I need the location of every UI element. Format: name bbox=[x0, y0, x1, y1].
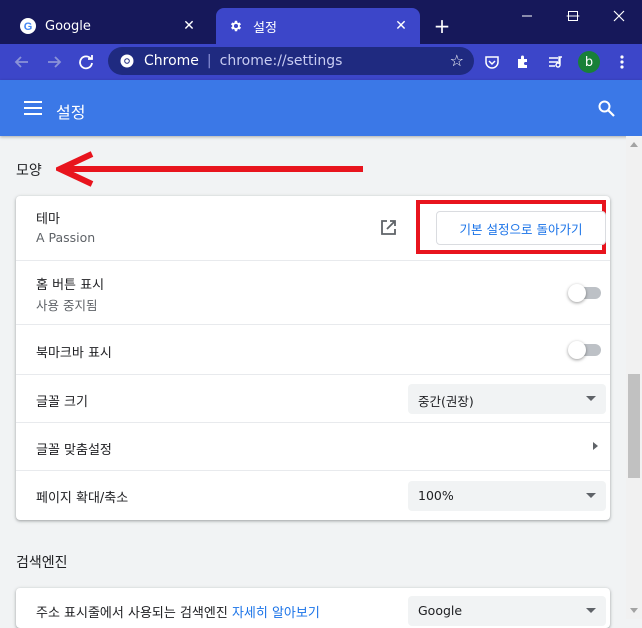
customize-fonts-row[interactable]: 글꼴 맞춤설정 bbox=[16, 422, 610, 471]
red-arrow-annotation bbox=[52, 150, 366, 192]
close-tab-icon[interactable]: ✕ bbox=[390, 18, 412, 34]
more-menu-icon[interactable] bbox=[610, 50, 634, 74]
dropdown-arrow-icon bbox=[586, 493, 596, 498]
open-external-icon[interactable] bbox=[380, 219, 397, 240]
dropdown-arrow-icon bbox=[586, 396, 596, 401]
bookmarks-bar-label: 북마크바 표시 bbox=[36, 346, 112, 361]
reload-icon[interactable] bbox=[74, 50, 98, 74]
close-tab-icon[interactable]: ✕ bbox=[178, 18, 200, 34]
home-button-status: 사용 중지됨 bbox=[36, 298, 98, 313]
search-engine-value: Google bbox=[418, 603, 463, 618]
theme-label: 테마 bbox=[36, 212, 60, 227]
scroll-up-arrow-icon[interactable] bbox=[630, 142, 638, 147]
forward-icon[interactable] bbox=[42, 50, 66, 74]
appearance-card: 테마 A Passion 기본 설정으로 돌아가기 홈 버튼 표시 사용 중지됨… bbox=[16, 196, 610, 520]
search-engine-row: 주소 표시줄에서 사용되는 검색엔진 자세히 알아보기 Google bbox=[16, 588, 610, 628]
home-button-toggle[interactable] bbox=[568, 284, 602, 302]
chrome-icon bbox=[120, 54, 134, 68]
font-size-row: 글꼴 크기 중간(권장) bbox=[16, 374, 610, 423]
theme-value: A Passion bbox=[36, 230, 96, 245]
search-icon[interactable] bbox=[598, 100, 615, 121]
close-window-icon[interactable] bbox=[596, 0, 642, 32]
search-engine-heading: 검색엔진 bbox=[16, 555, 68, 571]
omnibox-separator: | bbox=[206, 53, 212, 69]
scrollbar-thumb[interactable] bbox=[628, 374, 640, 478]
theme-row: 테마 A Passion 기본 설정으로 돌아가기 bbox=[16, 196, 610, 260]
search-engine-card: 주소 표시줄에서 사용되는 검색엔진 자세히 알아보기 Google bbox=[16, 588, 610, 628]
bookmarks-bar-toggle[interactable] bbox=[568, 341, 602, 359]
page-zoom-value: 100% bbox=[418, 488, 454, 503]
minimize-icon[interactable] bbox=[504, 0, 550, 32]
gear-icon bbox=[228, 18, 244, 34]
search-engine-select[interactable]: Google bbox=[408, 596, 606, 626]
bookmark-star-icon[interactable]: ☆ bbox=[450, 51, 464, 70]
maximize-icon[interactable] bbox=[550, 0, 596, 32]
address-bar[interactable]: Chrome | chrome://settings ☆ bbox=[108, 47, 474, 75]
search-engine-label: 주소 표시줄에서 사용되는 검색엔진 자세히 알아보기 bbox=[36, 602, 320, 621]
dropdown-arrow-icon bbox=[586, 608, 596, 613]
bookmarks-bar-row[interactable]: 북마크바 표시 bbox=[16, 324, 610, 375]
home-button-row[interactable]: 홈 버튼 표시 사용 중지됨 bbox=[16, 260, 610, 325]
scroll-down-arrow-icon[interactable] bbox=[630, 608, 638, 613]
font-size-value: 중간(권장) bbox=[418, 394, 474, 409]
hamburger-menu-icon[interactable] bbox=[24, 100, 42, 119]
appearance-heading: 모양 bbox=[16, 163, 42, 179]
svg-text:G: G bbox=[24, 21, 33, 33]
page-zoom-select[interactable]: 100% bbox=[408, 481, 606, 511]
omnibox-url: chrome://settings bbox=[219, 53, 343, 69]
home-button-label: 홈 버튼 표시 bbox=[36, 278, 105, 293]
settings-header: 설정 bbox=[0, 80, 642, 136]
omnibox-site-name: Chrome bbox=[144, 53, 199, 69]
tab-google[interactable]: G Google ✕ bbox=[8, 8, 208, 44]
page-zoom-row: 페이지 확대/축소 100% bbox=[16, 470, 610, 521]
media-queue-icon[interactable] bbox=[544, 50, 568, 74]
tab-title: 설정 bbox=[253, 20, 277, 36]
tab-settings[interactable]: 설정 ✕ bbox=[216, 8, 420, 44]
chevron-right-icon bbox=[593, 442, 598, 450]
back-icon[interactable] bbox=[10, 50, 34, 74]
google-g-icon: G bbox=[20, 18, 36, 34]
reset-theme-button[interactable]: 기본 설정으로 돌아가기 bbox=[436, 211, 606, 245]
profile-avatar[interactable]: b bbox=[578, 51, 600, 73]
page-zoom-label: 페이지 확대/축소 bbox=[36, 491, 129, 506]
pocket-icon[interactable] bbox=[480, 50, 504, 74]
font-size-select[interactable]: 중간(권장) bbox=[408, 384, 606, 414]
font-size-label: 글꼴 크기 bbox=[36, 395, 88, 410]
tab-title: Google bbox=[45, 18, 91, 34]
new-tab-button[interactable]: + bbox=[432, 14, 452, 38]
customize-fonts-label: 글꼴 맞춤설정 bbox=[36, 443, 112, 458]
page-title: 설정 bbox=[56, 103, 86, 122]
extensions-puzzle-icon[interactable] bbox=[511, 50, 535, 74]
